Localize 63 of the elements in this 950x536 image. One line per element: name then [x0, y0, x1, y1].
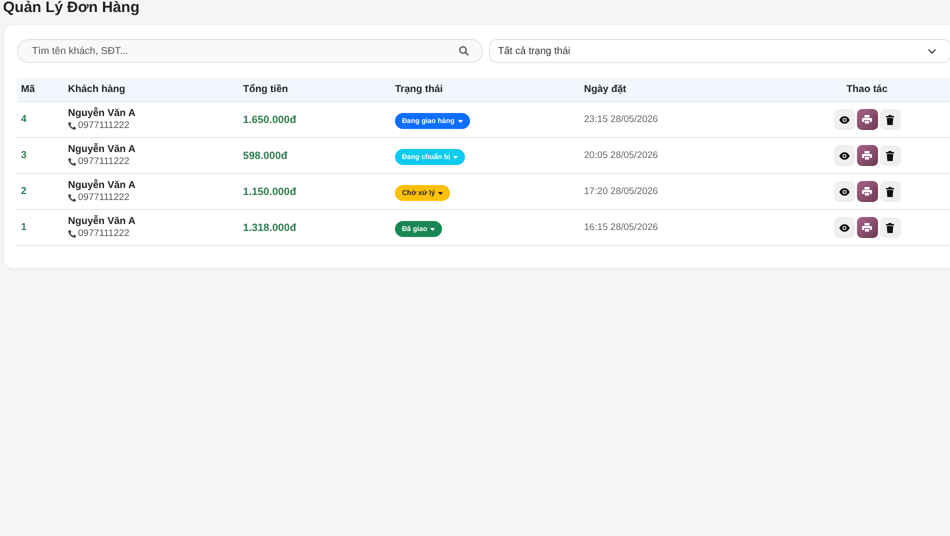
customer-name: Nguyễn Văn A — [68, 144, 136, 155]
trash-icon — [886, 222, 894, 232]
order-total: 1.650.000đ — [243, 114, 298, 126]
caret-icon — [453, 156, 458, 159]
eye-icon — [838, 188, 850, 196]
caret-icon — [430, 228, 436, 231]
customer-name: Nguyễn Văn A — [68, 180, 136, 191]
eye-icon — [838, 224, 850, 232]
column-header: Thao tác — [845, 84, 889, 95]
eye-icon — [838, 152, 850, 160]
order-total: 1.150.000đ — [243, 186, 298, 198]
view-button[interactable] — [834, 109, 854, 130]
phone-number: 0977111222 — [78, 192, 130, 203]
order-id: 4 — [20, 114, 28, 125]
print-button[interactable] — [856, 145, 878, 166]
order-date: 16:15 28/05/2026 — [584, 222, 659, 233]
order-id: 1 — [20, 222, 28, 233]
view-button[interactable] — [834, 181, 854, 202]
phone-icon — [68, 230, 76, 238]
delete-button[interactable] — [880, 181, 900, 202]
order-total: 1.318.000đ — [243, 222, 298, 234]
printer-icon — [862, 187, 872, 196]
phone-icon — [68, 158, 76, 166]
view-button[interactable] — [834, 145, 854, 166]
phone-number: 0977111222 — [78, 228, 130, 239]
search-icon — [459, 46, 469, 56]
eye-icon — [838, 116, 850, 124]
print-button[interactable] — [856, 181, 878, 202]
phone-number: 0977111222 — [78, 156, 130, 167]
order-id: 3 — [20, 150, 28, 161]
phone-number: 0977111222 — [78, 120, 130, 131]
phone-icon — [68, 122, 76, 130]
column-header: Trạng thái — [395, 84, 444, 95]
phone-icon — [68, 194, 76, 202]
caret-icon — [438, 192, 443, 195]
customer-name: Nguyễn Văn A — [68, 216, 136, 227]
chevron-icon — [928, 48, 936, 54]
view-button[interactable] — [834, 217, 854, 238]
order-date: 20:05 28/05/2026 — [584, 150, 659, 161]
printer-icon — [862, 151, 872, 160]
column-header: Ngày đặt — [584, 84, 628, 95]
trash-icon — [886, 186, 894, 196]
caret-icon — [458, 120, 462, 123]
order-date: 23:15 28/05/2026 — [584, 114, 659, 125]
printer-icon — [862, 223, 872, 232]
page-title: Quản Lý Đơn Hàng — [2, 0, 141, 18]
delete-button[interactable] — [880, 109, 900, 130]
delete-button[interactable] — [880, 217, 900, 238]
print-button[interactable] — [856, 109, 878, 130]
order-id: 2 — [20, 186, 28, 197]
column-header: Tổng tiền — [243, 84, 289, 95]
order-total: 598.000đ — [243, 150, 288, 162]
customer-name: Nguyễn Văn A — [68, 108, 136, 119]
trash-icon — [886, 150, 894, 160]
column-header: Khách hàng — [68, 84, 126, 95]
print-button[interactable] — [856, 217, 878, 238]
column-header: Mã — [20, 84, 36, 95]
order-date: 17:20 28/05/2026 — [584, 186, 659, 197]
search-field[interactable]: Tìm tên khách, SĐT... — [17, 39, 483, 63]
trash-icon — [886, 114, 894, 124]
status-filter-dropdown[interactable]: Tất cả trạng thái — [489, 39, 950, 63]
printer-icon — [862, 115, 872, 124]
delete-button[interactable] — [880, 145, 900, 166]
